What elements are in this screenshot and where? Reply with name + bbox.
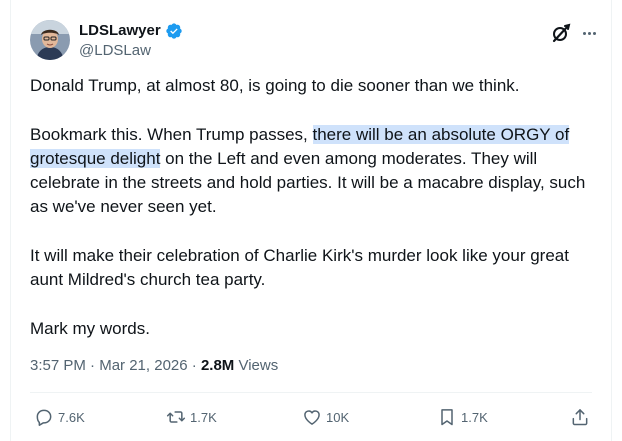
bookmark-count: 1.7K (461, 409, 488, 425)
tweet-text: Donald Trump, at almost 80, is going to … (30, 74, 596, 366)
tweet-time[interactable]: 3:57 PM (30, 357, 86, 374)
share-button[interactable] (570, 405, 590, 429)
bookmark-icon (437, 407, 457, 427)
tweet-card: LDSLawyer @LDSLaw Donald Trump, at almos… (10, 0, 612, 441)
author-handle[interactable]: @LDSLaw (79, 41, 151, 60)
tweet-paragraph: Mark my words. (30, 318, 150, 338)
tweet-meta: 3:57 PM · Mar 21, 2026 · 2.8M Views (30, 356, 278, 376)
views-count: 2.8M (200, 357, 235, 374)
grok-icon[interactable] (550, 22, 572, 44)
reply-button[interactable]: 7.6K (34, 405, 85, 429)
display-name[interactable]: LDSLawyer (79, 21, 161, 40)
action-bar: 7.6K 1.7K 10K 1.7K (11, 405, 611, 429)
divider (30, 392, 592, 393)
repost-button[interactable]: 1.7K (166, 405, 217, 429)
repost-count: 1.7K (190, 409, 217, 425)
author-name-row: LDSLawyer (79, 21, 183, 40)
repost-icon (166, 407, 186, 427)
heart-icon (302, 407, 322, 427)
views-label: Views (234, 357, 279, 374)
like-button[interactable]: 10K (302, 405, 349, 429)
like-count: 10K (326, 409, 350, 425)
avatar[interactable] (30, 20, 70, 60)
reply-icon (34, 407, 54, 427)
share-icon (570, 407, 590, 427)
tweet-paragraph: Bookmark this. When Trump passes, there … (30, 123, 596, 220)
meta-separator: · (187, 357, 201, 374)
verified-badge-icon[interactable] (165, 22, 183, 40)
tweet-paragraph: It will make their celebration of Charli… (30, 246, 569, 290)
meta-separator: · (85, 357, 100, 374)
reply-count: 7.6K (58, 409, 85, 425)
tweet-paragraph: Donald Trump, at almost 80, is going to … (30, 76, 520, 95)
tweet-date[interactable]: Mar 21, 2026 (99, 357, 187, 374)
bookmark-button[interactable]: 1.7K (437, 405, 488, 429)
tweet-text-segment: Bookmark this. When Trump passes, (30, 124, 313, 144)
more-dots-icon[interactable] (577, 22, 601, 44)
